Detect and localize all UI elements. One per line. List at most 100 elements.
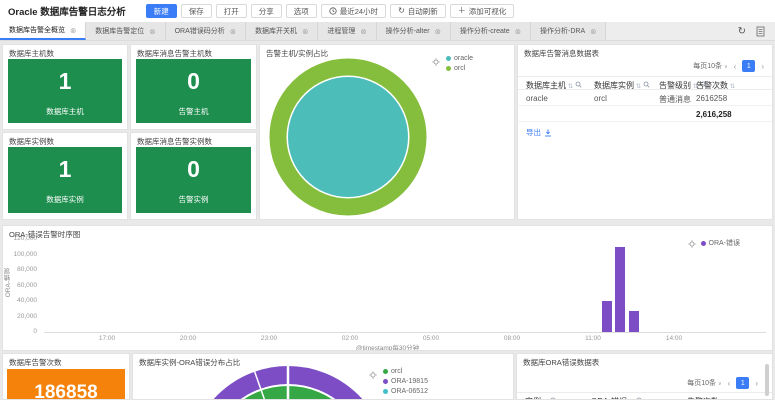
kpi-db-host: 1 数据库主机 (8, 59, 122, 123)
col-header-alert-count[interactable]: 告警次数⇅ (687, 396, 726, 399)
cell-db-host: oracle (526, 94, 548, 103)
legend-gear-icon[interactable] (369, 371, 377, 379)
total-alert-count: 2,616,258 (696, 110, 732, 119)
tab-dra[interactable]: 操作分析-DRA ⊗ (531, 22, 607, 40)
kpi-alert-host: 0 告警主机 (136, 59, 251, 123)
x-tick-label: 08:00 (503, 335, 521, 342)
open-button[interactable]: 打开 (215, 4, 247, 18)
tab-ora-code[interactable]: ORA错误码分析 ⊗ (165, 22, 247, 40)
chevron-down-icon: ∨ (723, 64, 728, 70)
timeseries-baseline (44, 332, 766, 333)
tab-close-icon[interactable]: ⊗ (435, 27, 441, 36)
tab-close-icon[interactable]: ⊗ (515, 27, 521, 36)
tab-db-switch[interactable]: 数据库开关机 ⊗ (246, 22, 319, 40)
prev-page-button[interactable]: ‹ (734, 62, 737, 71)
page-size-select[interactable]: 每页10条 ∨ (687, 378, 721, 388)
legend-dot (383, 379, 388, 384)
options-button[interactable]: 选项 (285, 4, 317, 18)
search-icon[interactable] (575, 81, 582, 88)
legend-gear-icon[interactable] (432, 58, 440, 66)
tab-alter[interactable]: 操作分析-alter ⊗ (376, 22, 451, 40)
export-link[interactable]: 导出 (526, 127, 552, 138)
kpi-alert-instance: 0 告警实例 (136, 147, 251, 213)
share-button[interactable]: 分享 (250, 4, 282, 18)
save-button[interactable]: 保存 (180, 4, 212, 18)
table-header-row: 数据库主机 ⇅ 数据库实例 ⇅ 告警级别 ⇅ 告警次数 ⇅ (518, 76, 772, 90)
panel-title: 数据库告警次数 (9, 358, 62, 367)
report-doc-icon[interactable] (756, 26, 765, 37)
timeseries-xlabel: @timestamp每30分钟 (355, 345, 420, 351)
y-tick-label: 80,000 (17, 266, 37, 273)
auto-refresh-button[interactable]: ↻ 自动刷新 (390, 4, 446, 18)
next-page-button[interactable]: › (761, 62, 764, 71)
col-header-ora-error[interactable]: ORA-错误⇅ (591, 396, 643, 399)
legend-item-oracle[interactable]: oracle (446, 55, 473, 62)
page-title: Oracle 数据库告警日志分析 (8, 7, 126, 18)
legend-item-orcl[interactable]: orcl (446, 65, 473, 72)
tab-close-icon[interactable]: ⊗ (230, 27, 236, 36)
x-tick-label: 11:00 (585, 335, 601, 342)
kpi-label: 告警实例 (178, 195, 209, 204)
cell-db-instance: orcl (594, 94, 607, 103)
timeseries-ylabel: ORA-错误 (5, 268, 12, 298)
panel-alert-instance-count: 数据库消息告警实例数 0 告警实例 (130, 132, 257, 220)
timeseries-bar (615, 246, 625, 332)
add-visualization-button[interactable]: ＋ 添加可视化 (449, 4, 515, 18)
panel-alert-host-count: 数据库消息告警主机数 0 告警主机 (130, 44, 257, 130)
refresh-icon: ↻ (398, 6, 405, 15)
y-tick-label: 40,000 (17, 297, 37, 304)
new-button[interactable]: 新建 (145, 4, 177, 18)
kpi-value: 0 (187, 68, 200, 94)
page-size-select[interactable]: 每页10条 ∨ (693, 61, 727, 71)
prev-page-button[interactable]: ‹ (728, 379, 731, 388)
time-range-button[interactable]: 最近24小时 (320, 4, 387, 18)
panel-title: ORA-错误告警时序图 (9, 230, 81, 239)
legend-item-ora-error[interactable]: ORA-错误 (700, 238, 740, 248)
tab-overview[interactable]: 数据库告警全概览 ⊗ (0, 22, 87, 40)
panel-host-instance-pie: 告警主机/实例占比 oracle orcl (259, 44, 515, 220)
kpi-value: 0 (187, 156, 200, 182)
tab-close-icon[interactable]: ⊗ (590, 27, 596, 36)
panel-alert-table: 数据库告警消息数据表 每页10条 ∨ ‹ 1 › 数据库主机 ⇅ 数据库实例 ⇅ 告… (517, 44, 773, 220)
panel-db-instance-count: 数据库实例数 1 数据库实例 (2, 132, 128, 220)
kpi-value: 186858 (34, 382, 98, 400)
panel-title: 数据库实例数 (9, 137, 54, 146)
panel-title: 数据库实例-ORA错误分布占比 (139, 358, 241, 367)
tab-alert-locate[interactable]: 数据库告警定位 ⊗ (86, 22, 166, 40)
header: Oracle 数据库告警日志分析 新建 保存 打开 分享 选项 最近24小时 ↻… (0, 0, 775, 22)
kpi-db-instance: 1 数据库实例 (8, 147, 122, 213)
refresh-icon[interactable]: ↻ (738, 26, 746, 37)
cell-alert-level: 普通消息 (659, 95, 691, 104)
tab-close-icon[interactable]: ⊗ (360, 27, 366, 36)
panel-title: 数据库告警消息数据表 (524, 49, 599, 58)
tab-close-icon[interactable]: ⊗ (70, 26, 76, 35)
legend-item-ora-19815[interactable]: ORA-19815 (383, 378, 428, 385)
legend-item-orcl[interactable]: orcl (383, 368, 428, 375)
search-icon[interactable] (643, 81, 650, 88)
tab-create[interactable]: 操作分析-create ⊗ (450, 22, 531, 40)
legend-dot (383, 369, 388, 374)
page-number[interactable]: 1 (736, 377, 750, 389)
x-tick-label: 17:00 (98, 335, 116, 342)
panel-title: 数据库ORA错误数据表 (523, 358, 600, 367)
panel-ora-distribution-pie: 数据库实例-ORA错误分布占比 orcl ORA-19815 ORA-06512 (132, 353, 514, 400)
x-tick-label: 05:00 (422, 335, 440, 342)
table-pagination: 每页10条 ∨ ‹ 1 › (517, 376, 772, 390)
legend-gear-icon[interactable] (688, 240, 696, 248)
col-header-instance[interactable]: 实例⇅ (525, 396, 557, 399)
legend-dot (446, 56, 451, 61)
legend-item-ora-06512[interactable]: ORA-06512 (383, 388, 428, 395)
tab-close-icon[interactable]: ⊗ (149, 27, 155, 36)
y-tick-label: 20,000 (17, 312, 37, 320)
tab-process[interactable]: 进程管理 ⊗ (318, 22, 377, 40)
legend-dot (446, 66, 451, 71)
page-number[interactable]: 1 (742, 60, 756, 72)
tab-close-icon[interactable]: ⊗ (302, 27, 308, 36)
table-total-row: 2,616,258 (518, 106, 772, 122)
x-tick-label: 23:00 (260, 335, 278, 342)
plus-icon: ＋ (457, 6, 466, 15)
timeseries-plot: 17:00 20:00 23:00 02:00 05:00 08:00 11:00 14:00 (44, 239, 766, 342)
timeseries-bar (628, 311, 639, 332)
scrollbar-thumb[interactable] (765, 364, 769, 396)
next-page-button[interactable]: › (755, 379, 758, 388)
